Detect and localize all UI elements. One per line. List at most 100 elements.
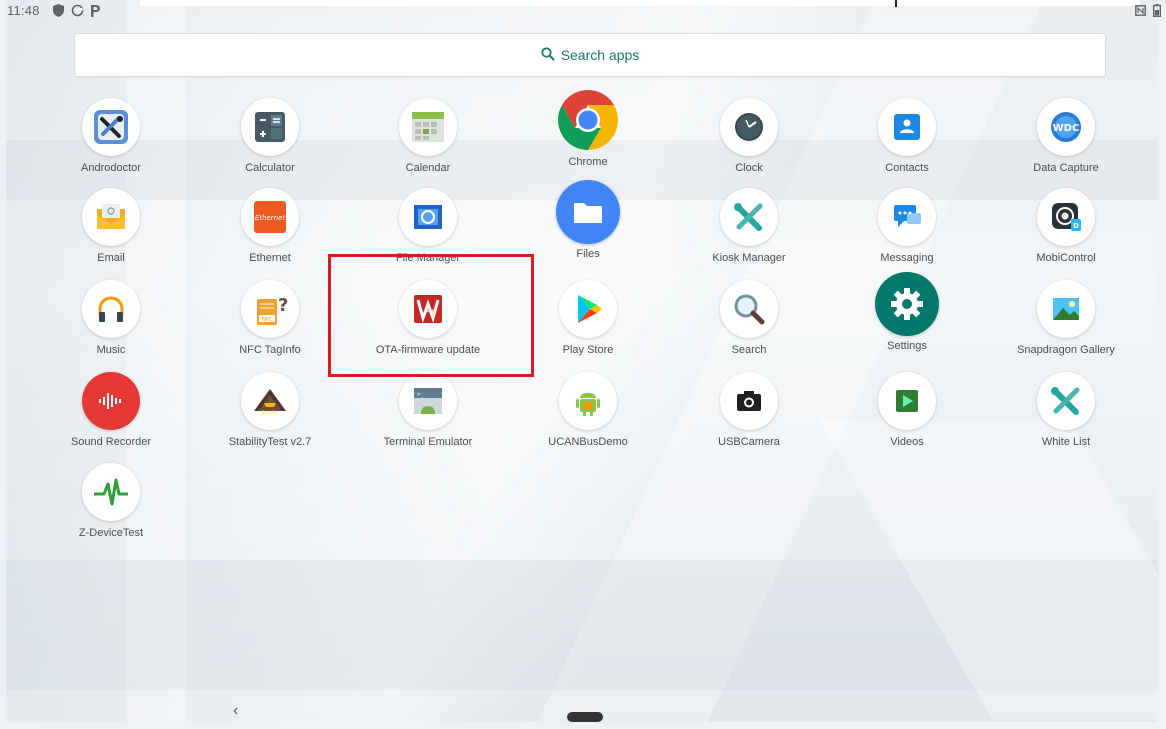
ethernet-icon: Ethernet <box>241 188 299 246</box>
app-contacts[interactable]: Contacts <box>832 98 982 178</box>
sound-recorder-icon <box>82 372 140 430</box>
app-label: Chrome <box>568 156 608 168</box>
app-label: Kiosk Manager <box>712 252 786 264</box>
shield-icon <box>53 4 64 20</box>
app-sound-recorder[interactable]: Sound Recorder <box>36 372 186 452</box>
app-label: Data Capture <box>1033 162 1099 174</box>
app-chrome[interactable]: Chrome <box>513 88 663 168</box>
app-play-store[interactable]: Play Store <box>513 280 663 360</box>
app-files[interactable]: Files <box>513 180 663 260</box>
app-label: Email <box>97 252 125 264</box>
app-label: Music <box>96 344 126 356</box>
file-manager-icon <box>399 188 457 246</box>
calculator-icon <box>241 98 299 156</box>
app-label: Files <box>576 248 600 260</box>
app-label: Messaging <box>880 252 934 264</box>
messaging-icon <box>878 188 936 246</box>
app-ethernet[interactable]: Ethernet Ethernet <box>195 188 345 268</box>
app-label: Clock <box>735 162 763 174</box>
app-label: NFC TagInfo <box>239 344 301 356</box>
app-z-devicetest[interactable]: Z-DeviceTest <box>36 463 186 543</box>
svg-text:D: D <box>1073 222 1079 230</box>
home-button[interactable] <box>567 712 603 722</box>
app-label: Androdoctor <box>81 162 141 174</box>
svg-text:NFC: NFC <box>262 317 273 323</box>
app-label: Z-DeviceTest <box>78 527 144 539</box>
svg-text:Stability: Stability <box>262 410 279 415</box>
app-settings[interactable]: Settings <box>832 272 982 352</box>
app-label: Calculator <box>245 162 295 174</box>
app-email[interactable]: Email <box>36 188 186 268</box>
calendar-icon <box>399 98 457 156</box>
app-clock[interactable]: Clock <box>674 98 824 178</box>
battery-icon <box>1152 4 1161 20</box>
svg-text:?: ? <box>278 295 288 316</box>
app-ucanbusdemo[interactable]: UCANBusDemo <box>513 372 663 452</box>
app-androdoctor[interactable]: Androdoctor <box>36 98 186 178</box>
app-label: Contacts <box>885 162 929 174</box>
chrome-icon <box>556 88 620 152</box>
heartbeat-icon <box>82 463 140 521</box>
wdc-icon: WDC <box>1037 98 1095 156</box>
mobicontrol-icon: D <box>1037 188 1095 246</box>
camera-icon <box>720 372 778 430</box>
android-robot-icon <box>559 372 617 430</box>
clock-icon <box>720 98 778 156</box>
wrench-screwdriver-icon <box>82 98 140 156</box>
app-label: Settings <box>887 340 927 352</box>
app-label: Calendar <box>405 162 451 174</box>
app-search[interactable]: Search <box>674 280 824 360</box>
app-calculator[interactable]: Calculator <box>195 98 345 178</box>
navigation-bar: ‹ <box>0 690 1166 729</box>
app-white-list[interactable]: White List <box>991 372 1141 452</box>
app-label: Play Store <box>562 344 614 356</box>
app-label: USBCamera <box>718 436 780 448</box>
app-terminal-emulator[interactable]: >_ Terminal Emulator <box>353 372 503 452</box>
parking-icon <box>90 4 101 20</box>
app-usbcamera[interactable]: USBCamera <box>674 372 824 452</box>
gear-icon <box>875 272 939 336</box>
sync-icon <box>71 4 84 20</box>
search-icon <box>541 46 561 64</box>
app-mobicontrol[interactable]: D MobiControl <box>991 188 1141 268</box>
status-time: 11:48 <box>7 3 40 18</box>
app-music[interactable]: Music <box>36 280 186 360</box>
headphones-icon <box>82 280 140 338</box>
terminal-android-icon: >_ <box>399 372 457 430</box>
app-label: Snapdragon Gallery <box>1017 344 1115 356</box>
status-bar: 11:48 <box>0 0 1166 22</box>
back-button[interactable]: ‹ <box>233 702 238 720</box>
contacts-icon <box>878 98 936 156</box>
folder-icon <box>556 180 620 244</box>
app-stability-test[interactable]: Stability StabilityTest v2.7 <box>195 372 345 452</box>
app-label: Terminal Emulator <box>383 436 473 448</box>
highlight-annotation-box <box>328 254 534 377</box>
email-icon <box>82 188 140 246</box>
search-apps-bar[interactable]: Search apps <box>74 33 1106 77</box>
app-data-capture[interactable]: WDC Data Capture <box>991 98 1141 178</box>
magnifier-icon <box>720 280 778 338</box>
app-label: Search <box>731 344 767 356</box>
app-calendar[interactable]: Calendar <box>353 98 503 178</box>
nfc-status-icon <box>1135 4 1146 19</box>
app-label: MobiControl <box>1036 252 1096 264</box>
app-label: UCANBusDemo <box>548 436 628 448</box>
gallery-icon <box>1037 280 1095 338</box>
svg-text:>_: >_ <box>417 391 425 398</box>
nfc-taginfo-icon: NFC? <box>241 280 299 338</box>
stability-test-icon: Stability <box>241 372 299 430</box>
svg-text:WDC: WDC <box>1053 123 1080 134</box>
app-label: Ethernet <box>249 252 291 264</box>
app-videos[interactable]: Videos <box>832 372 982 452</box>
svg-text:Ethernet: Ethernet <box>255 214 286 222</box>
search-placeholder: Search apps <box>560 47 640 63</box>
app-kiosk-manager[interactable]: Kiosk Manager <box>674 188 824 268</box>
app-snapdragon-gallery[interactable]: Snapdragon Gallery <box>991 280 1141 360</box>
app-label: Videos <box>890 436 924 448</box>
video-play-icon <box>878 372 936 430</box>
app-label: StabilityTest v2.7 <box>228 436 312 448</box>
kiosk-tools-icon <box>720 188 778 246</box>
app-nfc-taginfo[interactable]: NFC? NFC TagInfo <box>195 280 345 360</box>
app-messaging[interactable]: Messaging <box>832 188 982 268</box>
tools-icon <box>1037 372 1095 430</box>
